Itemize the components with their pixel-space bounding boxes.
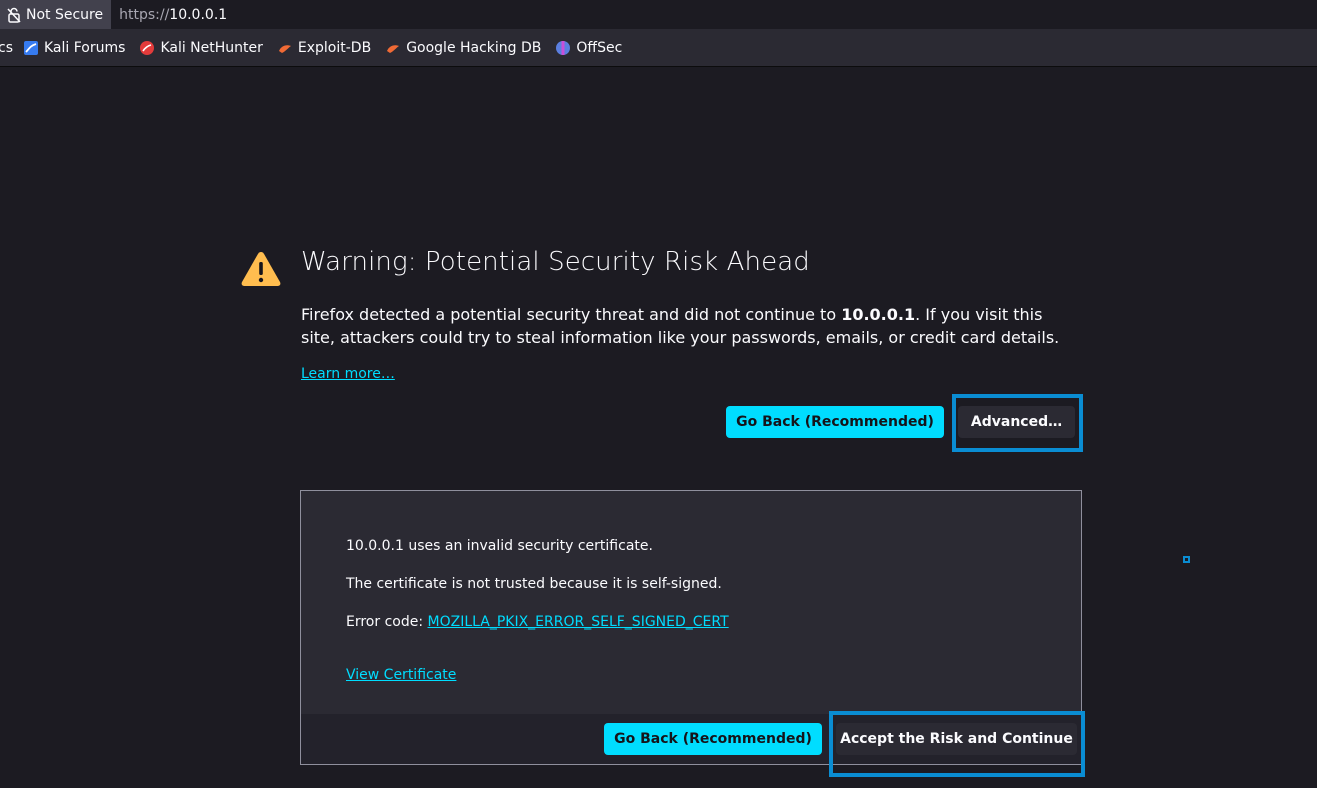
page-title: Warning: Potential Security Risk Ahead <box>301 247 810 277</box>
view-certificate-link[interactable]: View Certificate <box>346 667 456 683</box>
bookmark-kali-forums[interactable]: Kali Forums <box>23 40 125 56</box>
url-text[interactable]: https://10.0.0.1 <box>119 7 227 23</box>
bookmark-kali-docs[interactable]: cs <box>0 40 13 56</box>
bookmarks-toolbar: cs Kali Forums Kali NetHunter Exploit-DB… <box>0 29 1317 67</box>
bookmark-label: Google Hacking DB <box>406 39 542 56</box>
offsec-icon <box>556 40 571 55</box>
error-code-label: Error code: <box>346 614 428 630</box>
self-signed-text: The certificate is not trusted because i… <box>346 576 722 592</box>
bookmark-label: Exploit-DB <box>297 39 372 56</box>
invalid-cert-text: 10.0.0.1 uses an invalid security certif… <box>346 538 653 554</box>
site-identity-button[interactable]: Not Secure <box>0 0 112 29</box>
url-bar[interactable]: Not Secure https://10.0.0.1 <box>0 0 1317 29</box>
bookmark-google-hacking-db[interactable]: Google Hacking DB <box>385 40 541 56</box>
kali-forums-icon <box>24 40 38 55</box>
bookmark-kali-nethunter[interactable]: Kali NetHunter <box>139 39 263 56</box>
go-back-button[interactable]: Go Back (Recommended) <box>726 406 944 438</box>
bookmark-label: OffSec <box>576 39 623 56</box>
bookmark-label: Kali Forums <box>44 39 126 56</box>
error-page: Warning: Potential Security Risk Ahead F… <box>0 67 1317 788</box>
advanced-button[interactable]: Advanced… <box>958 406 1075 438</box>
accept-risk-button[interactable]: Accept the Risk and Continue <box>836 723 1077 755</box>
description-text-start: Firefox detected a potential security th… <box>301 305 842 324</box>
url-host: 10.0.0.1 <box>169 6 228 23</box>
insecure-lock-icon <box>7 7 21 23</box>
learn-more-link[interactable]: Learn more… <box>301 366 395 382</box>
kali-nethunter-icon <box>140 40 155 55</box>
bookmark-label: Kali NetHunter <box>160 39 263 56</box>
view-certificate-line: View Certificate <box>346 667 456 683</box>
warning-icon <box>241 252 281 286</box>
cursor-marker <box>1183 556 1190 563</box>
ghdb-icon <box>387 44 400 53</box>
exploit-db-icon <box>278 44 291 53</box>
bookmark-label: cs <box>0 39 13 56</box>
url-scheme: https:// <box>119 6 170 23</box>
go-back-button-advanced[interactable]: Go Back (Recommended) <box>604 723 822 755</box>
bookmark-offsec[interactable]: OffSec <box>555 40 622 56</box>
error-description: Firefox detected a potential security th… <box>301 303 1061 349</box>
error-code-line: Error code: MOZILLA_PKIX_ERROR_SELF_SIGN… <box>346 614 729 630</box>
description-host: 10.0.0.1 <box>841 305 916 324</box>
bookmark-exploit-db[interactable]: Exploit-DB <box>277 40 371 56</box>
not-secure-label: Not Secure <box>26 6 104 23</box>
error-code-link[interactable]: MOZILLA_PKIX_ERROR_SELF_SIGNED_CERT <box>428 614 729 630</box>
